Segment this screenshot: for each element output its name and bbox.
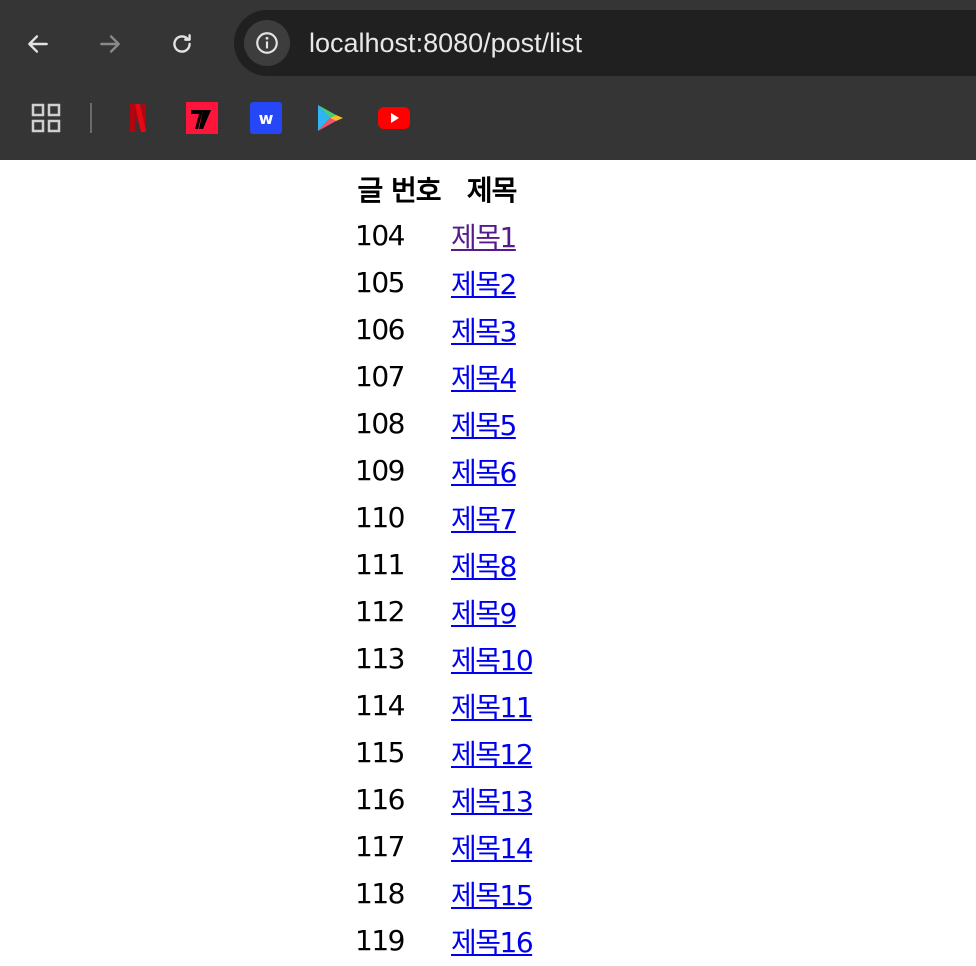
table-row: 105 제목2 xyxy=(352,260,535,305)
post-title-link[interactable]: 제목2 xyxy=(451,268,517,301)
post-title-link[interactable]: 제목14 xyxy=(451,832,534,865)
play-store-icon[interactable] xyxy=(314,102,346,134)
post-number: 106 xyxy=(355,313,405,346)
header-post-number: 글 번호 xyxy=(357,173,441,207)
post-number: 118 xyxy=(355,877,405,910)
forward-button[interactable] xyxy=(88,22,132,66)
post-title-link[interactable]: 제목7 xyxy=(451,503,517,536)
table-row: 116 제목13 xyxy=(352,777,535,822)
post-title-cell: 제목7 xyxy=(448,495,535,540)
tving-icon[interactable] xyxy=(186,102,218,134)
bookmarks-separator xyxy=(90,103,92,133)
table-row: 111 제목8 xyxy=(352,542,535,587)
post-number: 107 xyxy=(355,360,405,393)
post-title-cell: 제목16 xyxy=(448,918,535,963)
post-number: 117 xyxy=(355,830,405,863)
svg-text:w: w xyxy=(259,109,274,128)
table-row: 118 제목15 xyxy=(352,871,535,916)
table-row: 107 제목4 xyxy=(352,354,535,399)
post-list-table: 글 번호 제목 104 제목1 105 제목2 106 제목3 107 제목4 108 제목5 10… xyxy=(350,164,537,965)
post-title-link[interactable]: 제목4 xyxy=(451,362,517,395)
post-title-link[interactable]: 제목1 xyxy=(451,221,517,254)
table-row: 110 제목7 xyxy=(352,495,535,540)
netflix-icon[interactable] xyxy=(122,102,154,134)
post-number: 115 xyxy=(355,736,405,769)
table-row: 113 제목10 xyxy=(352,636,535,681)
watcha-icon[interactable]: w xyxy=(250,102,282,134)
post-title-cell: 제목14 xyxy=(448,824,535,869)
site-info-button[interactable] xyxy=(244,20,290,66)
info-icon xyxy=(256,32,278,54)
table-row: 115 제목12 xyxy=(352,730,535,775)
post-title-cell: 제목6 xyxy=(448,448,535,493)
post-title-cell: 제목2 xyxy=(448,260,535,305)
post-number: 112 xyxy=(355,595,405,628)
post-title-cell: 제목8 xyxy=(448,542,535,587)
back-button[interactable] xyxy=(16,22,60,66)
post-number: 114 xyxy=(355,689,405,722)
post-title-link[interactable]: 제목11 xyxy=(451,691,534,724)
arrow-left-icon xyxy=(28,35,48,53)
post-title-link[interactable]: 제목8 xyxy=(451,550,517,583)
post-title-cell: 제목13 xyxy=(448,777,535,822)
post-number: 109 xyxy=(355,454,405,487)
table-row: 112 제목9 xyxy=(352,589,535,634)
post-title-link[interactable]: 제목12 xyxy=(451,738,534,771)
reload-icon xyxy=(173,34,191,53)
header-title: 제목 xyxy=(466,173,518,207)
post-number: 111 xyxy=(355,548,405,581)
url-text[interactable]: localhost:8080/post/list xyxy=(309,27,582,59)
post-number: 119 xyxy=(355,924,405,957)
arrow-right-icon xyxy=(100,35,120,53)
post-number: 116 xyxy=(355,783,405,816)
post-title-link[interactable]: 제목3 xyxy=(451,315,517,348)
post-number: 108 xyxy=(355,407,405,440)
post-number: 104 xyxy=(355,219,405,252)
post-title-link[interactable]: 제목13 xyxy=(451,785,534,818)
post-title-cell: 제목11 xyxy=(448,683,535,728)
post-title-cell: 제목12 xyxy=(448,730,535,775)
reload-button[interactable] xyxy=(160,22,204,66)
table-row: 104 제목1 xyxy=(352,213,535,258)
table-row: 114 제목11 xyxy=(352,683,535,728)
address-bar[interactable]: localhost:8080/post/list xyxy=(234,10,976,76)
table-row: 119 제목16 xyxy=(352,918,535,963)
post-title-cell: 제목15 xyxy=(448,871,535,916)
table-row: 106 제목3 xyxy=(352,307,535,352)
post-title-cell: 제목5 xyxy=(448,401,535,446)
post-title-link[interactable]: 제목10 xyxy=(451,644,534,677)
table-row: 117 제목14 xyxy=(352,824,535,869)
post-title-link[interactable]: 제목15 xyxy=(451,879,534,912)
post-title-cell: 제목1 xyxy=(448,213,535,258)
youtube-icon[interactable] xyxy=(378,102,410,134)
post-title-link[interactable]: 제목6 xyxy=(451,456,517,489)
table-row: 109 제목6 xyxy=(352,448,535,493)
post-title-link[interactable]: 제목5 xyxy=(451,409,517,442)
table-header-row: 글 번호 제목 xyxy=(352,166,535,211)
table-row: 108 제목5 xyxy=(352,401,535,446)
post-title-cell: 제목4 xyxy=(448,354,535,399)
post-title-cell: 제목9 xyxy=(448,589,535,634)
browser-toolbar: localhost:8080/post/list xyxy=(0,0,976,88)
post-number: 113 xyxy=(355,642,405,675)
apps-grid-icon[interactable] xyxy=(30,102,62,134)
post-title-cell: 제목3 xyxy=(448,307,535,352)
post-title-cell: 제목10 xyxy=(448,636,535,681)
post-title-link[interactable]: 제목16 xyxy=(451,926,534,959)
post-number: 105 xyxy=(355,266,405,299)
post-number: 110 xyxy=(355,501,405,534)
post-title-link[interactable]: 제목9 xyxy=(451,597,517,630)
